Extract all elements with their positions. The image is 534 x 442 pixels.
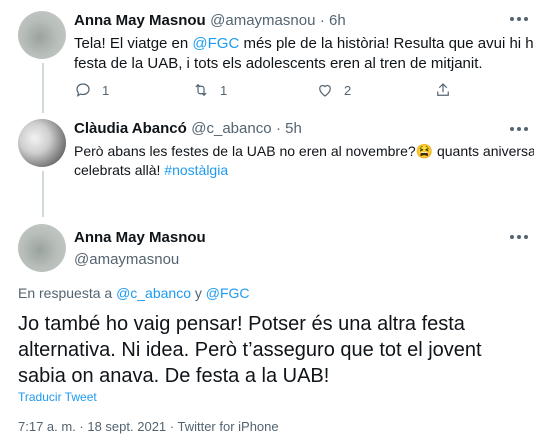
tweet-time[interactable]: · 5h [276, 120, 302, 137]
tweet-header: Anna May Masnou @amaymasnou · 6h [74, 12, 346, 30]
reply-button[interactable]: 1 [74, 80, 109, 100]
like-count: 2 [344, 82, 352, 98]
author-handle[interactable]: @c_abanco [191, 120, 271, 137]
reply-icon [76, 83, 90, 97]
avatar[interactable] [18, 11, 66, 59]
avatar[interactable] [18, 119, 66, 167]
thread-line [42, 171, 44, 217]
reply-context: En respuesta a @c_abanco y @FGC [18, 285, 250, 301]
tweet-header: Clàudia Abancó @c_abanco · 5h [74, 120, 302, 138]
tweet-timestamp[interactable]: 7:17 a. m. · 18 sept. 2021 · Twitter for… [18, 419, 279, 434]
hashtag-link[interactable]: #nostàlgia [164, 162, 228, 178]
thread-line [42, 63, 44, 113]
share-icon [437, 83, 449, 96]
more-options-icon[interactable] [510, 127, 528, 133]
like-button[interactable]: 2 [316, 80, 351, 100]
mention-link[interactable]: @FGC [192, 35, 239, 52]
reply-count: 1 [102, 82, 110, 98]
more-options-icon[interactable] [510, 235, 528, 241]
mention-link[interactable]: @c_abanco [116, 285, 191, 301]
tweet-text: Però abans les festes de la UAB no eren … [74, 143, 534, 178]
retweet-count: 1 [220, 82, 228, 98]
author-name[interactable]: Clàudia Abancó [74, 120, 187, 137]
share-button[interactable] [434, 80, 452, 100]
retweet-button[interactable]: 1 [192, 80, 227, 100]
translate-tweet-link[interactable]: Traducir Tweet [18, 390, 97, 404]
author-handle[interactable]: @amaymasnou [210, 12, 315, 29]
tweet-actions: 1 1 2 [74, 80, 454, 100]
mention-link[interactable]: @FGC [206, 285, 250, 301]
author-handle[interactable]: @amaymasnou [74, 251, 179, 268]
heart-icon [319, 84, 331, 97]
emoji: 😫 [415, 143, 434, 159]
tweet-text: Tela! El viatge en @FGC més ple de la hi… [74, 35, 534, 72]
tweet-time[interactable]: · 6h [320, 12, 346, 29]
main-tweet-text: Jo també ho vaig pensar! Potser és una a… [18, 313, 482, 387]
author-name[interactable]: Anna May Masnou [74, 12, 206, 29]
retweet-icon [195, 83, 207, 97]
more-options-icon[interactable] [510, 17, 528, 23]
author-name[interactable]: Anna May Masnou [74, 229, 206, 247]
avatar[interactable] [18, 224, 66, 272]
